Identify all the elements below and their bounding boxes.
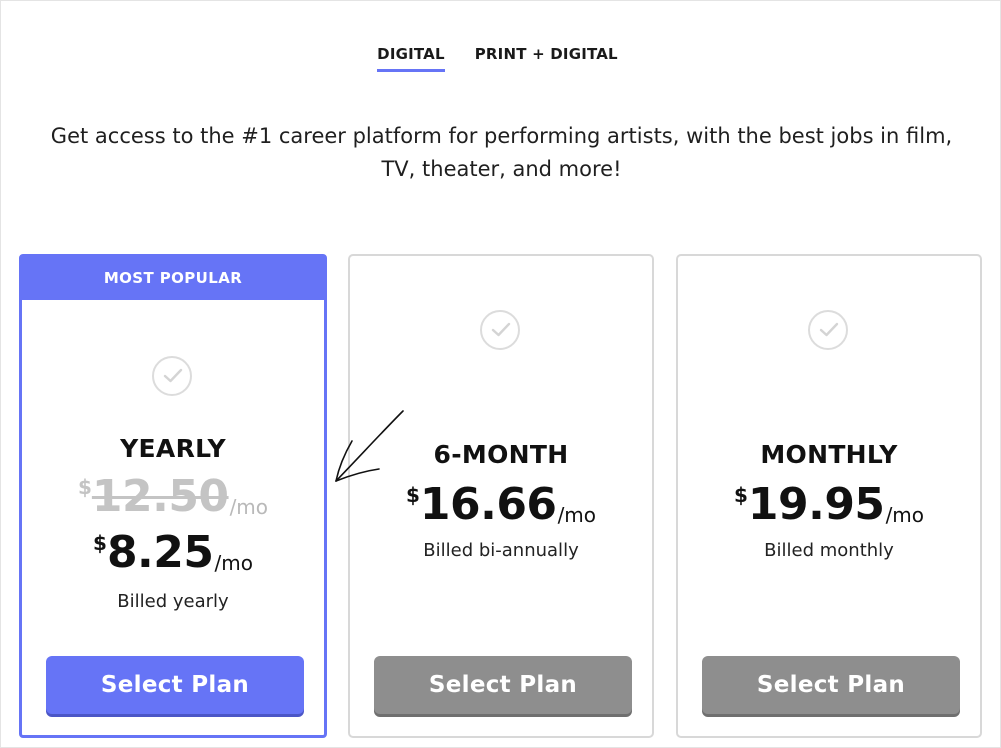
currency-symbol: $	[733, 483, 748, 507]
original-price: $ 12.50 /mo	[22, 473, 324, 521]
price-period: /mo	[214, 551, 253, 575]
currency-symbol: $	[77, 475, 92, 499]
intro-text: Get access to the #1 career platform for…	[1, 120, 1001, 186]
billing-note: Billed monthly	[764, 540, 894, 561]
plan-name: MONTHLY	[760, 440, 898, 469]
price-period: /mo	[557, 503, 597, 527]
plan-card-yearly[interactable]: MOST POPULAR YEARLY $ 12.50 /mo $ 8.25 /…	[19, 254, 327, 738]
current-price: $ 19.95 /mo	[678, 481, 980, 529]
currency-symbol: $	[93, 531, 107, 555]
plan-name: YEARLY	[120, 434, 226, 463]
most-popular-badge: MOST POPULAR	[21, 256, 325, 300]
billing-note: Billed bi-annually	[423, 540, 579, 561]
price-amount: 8.25	[106, 527, 214, 578]
tab-digital[interactable]: DIGITAL	[377, 45, 445, 72]
select-plan-button[interactable]: Select Plan	[46, 656, 304, 714]
check-circle-icon	[808, 310, 848, 350]
price-amount: 16.66	[419, 479, 557, 530]
price-period: /mo	[229, 495, 269, 519]
tab-print-digital[interactable]: PRINT + DIGITAL	[475, 45, 618, 72]
plan-card-6-month[interactable]: 6-MONTH $ 16.66 /mo Billed bi-annually S…	[348, 254, 654, 738]
price-amount: 19.95	[747, 479, 885, 530]
check-circle-icon	[480, 310, 520, 350]
plan-type-tabs: DIGITAL PRINT + DIGITAL	[1, 45, 1001, 72]
price-amount: 12.50	[91, 471, 229, 522]
plan-card-monthly[interactable]: MONTHLY $ 19.95 /mo Billed monthly Selec…	[676, 254, 982, 738]
hand-drawn-arrow-icon	[335, 410, 404, 482]
billing-note: Billed yearly	[117, 591, 229, 612]
select-plan-button[interactable]: Select Plan	[374, 656, 632, 714]
pricing-page: DIGITAL PRINT + DIGITAL Get access to th…	[0, 0, 1001, 748]
intro-line-1: Get access to the #1 career platform for…	[50, 124, 953, 148]
intro-line-2: TV, theater, and more!	[381, 157, 622, 181]
current-price: $ 8.25 /mo	[22, 529, 324, 577]
price-period: /mo	[885, 503, 925, 527]
check-circle-icon	[152, 356, 192, 396]
select-plan-button[interactable]: Select Plan	[702, 656, 960, 714]
